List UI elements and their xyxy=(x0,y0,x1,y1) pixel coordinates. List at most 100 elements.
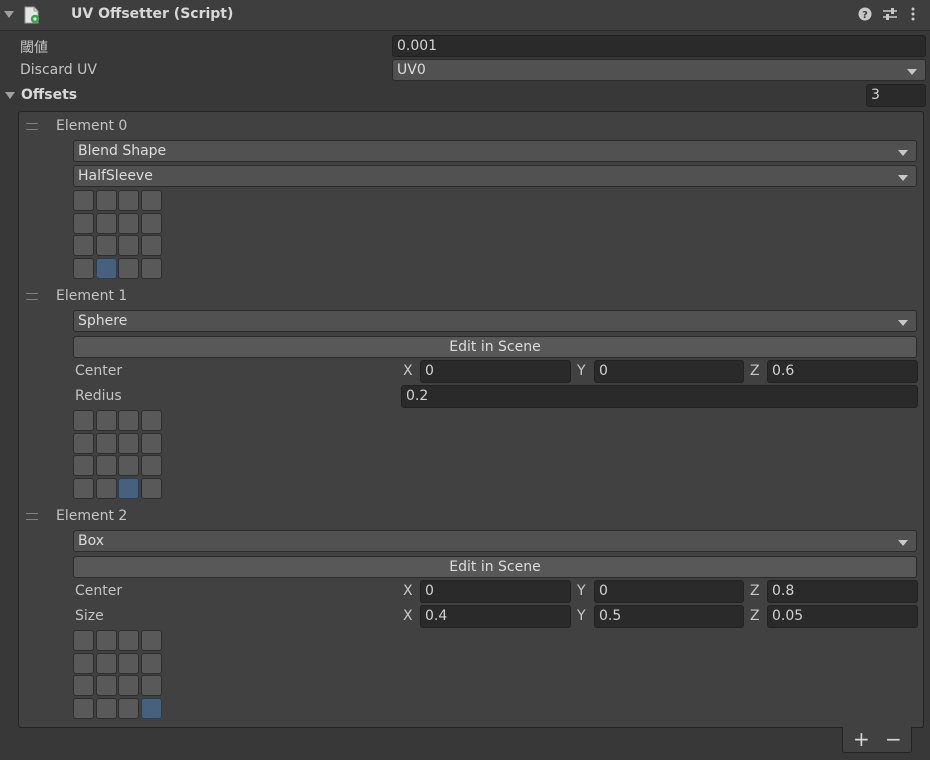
uv-tile-cell[interactable] xyxy=(118,257,139,279)
size-x-field[interactable]: 0.4 xyxy=(420,605,571,628)
uv-tile-cell[interactable] xyxy=(95,455,117,476)
drag-handle-icon[interactable] xyxy=(26,293,38,300)
uv-tile-cell[interactable] xyxy=(95,675,117,696)
uv-tile-cell[interactable] xyxy=(118,235,139,256)
uv-tile-cell[interactable] xyxy=(95,697,117,719)
uv-tile-cell[interactable] xyxy=(118,652,139,674)
uv-tile-cell[interactable] xyxy=(73,257,94,279)
chevron-down-icon xyxy=(898,175,908,181)
uv-tile-cell[interactable] xyxy=(140,235,162,256)
chevron-down-icon xyxy=(898,150,908,156)
center-z-field[interactable]: 0.6 xyxy=(767,360,918,383)
uv-tile-cell[interactable] xyxy=(140,432,162,454)
uv-tile-cell[interactable] xyxy=(140,455,162,476)
chevron-down-icon xyxy=(898,540,908,546)
uv-tile-cell[interactable] xyxy=(73,697,94,719)
center-label: Center xyxy=(75,363,123,379)
offsets-count-field[interactable]: 3 xyxy=(866,84,926,107)
uv-tile-cell[interactable] xyxy=(118,212,139,234)
uv-tile-cell[interactable] xyxy=(73,212,94,234)
uv-tile-cell[interactable] xyxy=(95,410,117,431)
element-type-value: Box xyxy=(78,533,105,549)
uv-tile-cell[interactable] xyxy=(118,477,139,499)
z-axis-label: Z xyxy=(750,583,760,599)
uv-tile-cell[interactable] xyxy=(140,630,162,651)
uv-tile-grid xyxy=(73,410,165,502)
help-icon[interactable]: ? xyxy=(858,7,872,25)
discard-uv-label: Discard UV xyxy=(20,62,97,78)
size-y-field[interactable]: 0.5 xyxy=(594,605,744,628)
add-element-button[interactable]: + xyxy=(853,729,870,749)
uv-tile-cell[interactable] xyxy=(95,257,117,279)
uv-tile-cell[interactable] xyxy=(95,652,117,674)
component-title: UV Offsetter (Script) xyxy=(71,6,234,22)
uv-tile-cell[interactable] xyxy=(140,212,162,234)
uv-tile-cell[interactable] xyxy=(118,675,139,696)
uv-tile-cell[interactable] xyxy=(73,410,94,431)
y-axis-label: Y xyxy=(577,608,586,624)
element-type-dropdown[interactable]: Box xyxy=(73,530,917,552)
uv-tile-cell[interactable] xyxy=(95,235,117,256)
edit-in-scene-button[interactable]: Edit in Scene xyxy=(73,336,917,358)
uv-tile-cell[interactable] xyxy=(73,630,94,651)
uv-tile-cell[interactable] xyxy=(140,652,162,674)
chevron-down-icon xyxy=(907,69,917,75)
center-y-field[interactable]: 0 xyxy=(594,580,744,603)
threshold-field[interactable]: 0.001 xyxy=(392,35,926,57)
uv-tile-cell[interactable] xyxy=(95,190,117,211)
blend-shape-dropdown[interactable]: HalfSleeve xyxy=(73,165,917,187)
offsets-foldout-arrow-icon[interactable] xyxy=(5,92,15,99)
uv-tile-cell[interactable] xyxy=(118,410,139,431)
script-file-icon xyxy=(24,6,40,24)
uv-tile-cell[interactable] xyxy=(140,675,162,696)
uv-tile-cell[interactable] xyxy=(118,432,139,454)
uv-tile-cell[interactable] xyxy=(140,477,162,499)
uv-tile-cell[interactable] xyxy=(118,630,139,651)
offsets-label[interactable]: Offsets xyxy=(21,87,77,103)
uv-tile-cell[interactable] xyxy=(73,675,94,696)
uv-tile-cell[interactable] xyxy=(73,477,94,499)
radius-label: Redius xyxy=(75,388,122,404)
uv-tile-cell[interactable] xyxy=(95,477,117,499)
z-axis-label: Z xyxy=(750,608,760,624)
radius-field[interactable]: 0.2 xyxy=(401,385,918,408)
uv-tile-cell[interactable] xyxy=(73,652,94,674)
uv-tile-cell[interactable] xyxy=(73,190,94,211)
uv-tile-cell[interactable] xyxy=(73,455,94,476)
uv-tile-cell[interactable] xyxy=(140,190,162,211)
uv-tile-cell[interactable] xyxy=(95,630,117,651)
size-z-field[interactable]: 0.05 xyxy=(767,605,918,628)
uv-tile-cell[interactable] xyxy=(73,235,94,256)
kebab-menu-icon[interactable] xyxy=(910,7,916,25)
discard-uv-dropdown[interactable]: UV0 xyxy=(392,59,926,81)
center-y-field[interactable]: 0 xyxy=(594,360,744,383)
center-x-field[interactable]: 0 xyxy=(420,360,571,383)
discard-uv-value: UV0 xyxy=(397,62,426,78)
element-type-dropdown[interactable]: Sphere xyxy=(73,310,917,332)
x-axis-label: X xyxy=(403,583,413,599)
center-x-field[interactable]: 0 xyxy=(420,580,571,603)
drag-handle-icon[interactable] xyxy=(26,123,38,130)
uv-tile-cell[interactable] xyxy=(140,410,162,431)
element-label: Element 0 xyxy=(56,118,128,134)
blend-shape-value: HalfSleeve xyxy=(78,168,153,184)
uv-tile-cell[interactable] xyxy=(140,697,162,719)
edit-in-scene-button[interactable]: Edit in Scene xyxy=(73,556,917,578)
uv-tile-cell[interactable] xyxy=(118,697,139,719)
y-axis-label: Y xyxy=(577,583,586,599)
presets-icon[interactable] xyxy=(882,7,898,25)
uv-tile-cell[interactable] xyxy=(140,257,162,279)
element-type-dropdown[interactable]: Blend Shape xyxy=(73,140,917,162)
svg-text:?: ? xyxy=(862,10,868,21)
uv-tile-cell[interactable] xyxy=(118,455,139,476)
element-label: Element 2 xyxy=(56,508,128,524)
uv-tile-cell[interactable] xyxy=(73,432,94,454)
center-z-field[interactable]: 0.8 xyxy=(767,580,918,603)
x-axis-label: X xyxy=(403,363,413,379)
component-foldout-arrow-icon[interactable] xyxy=(4,11,14,18)
uv-tile-cell[interactable] xyxy=(95,432,117,454)
uv-tile-cell[interactable] xyxy=(118,190,139,211)
drag-handle-icon[interactable] xyxy=(26,513,38,520)
remove-element-button[interactable]: − xyxy=(885,729,902,749)
uv-tile-cell[interactable] xyxy=(95,212,117,234)
